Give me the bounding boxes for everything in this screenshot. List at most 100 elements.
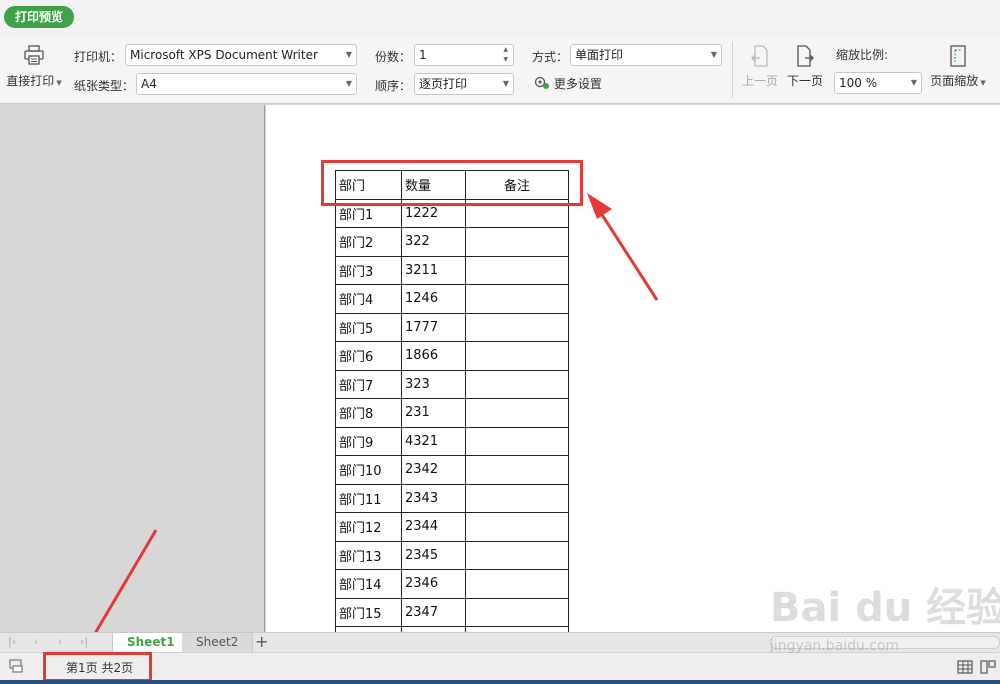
zoom-select[interactable]: 100 % ▼ [834,72,922,94]
cell-note [465,455,569,485]
cell-note [465,597,569,627]
cell-note [465,312,569,342]
watermark-logo: Bai du 经验 [770,585,1000,631]
printer-label: 打印机： [74,50,123,64]
cell-note [465,426,569,456]
chevron-down-icon: ▼ [502,79,509,88]
settings-gear-icon [534,76,549,89]
more-settings-label: 更多设置 [553,77,602,91]
chevron-down-icon: ▼ [978,79,986,87]
cell-quantity: 1866 [401,341,466,371]
next-sheet-icon[interactable]: › [58,635,62,648]
cell-department: 部门13 [335,540,402,570]
watermark-url: jingyan.baidu.com [770,638,900,654]
cell-note [465,569,569,599]
page-info-highlight-box [43,652,152,682]
cell-department: 部门6 [335,341,402,371]
cell-note [465,255,569,285]
data-table: 部门 数量 备注 部门1 1222 部门2 322 部门3 3211 部门4 1246 … [335,170,569,632]
chevron-down-icon[interactable]: ▼ [503,56,508,64]
printer-select[interactable]: Microsoft XPS Document Writer ▼ [125,44,357,66]
cell-quantity: 323 [401,369,466,399]
cell-quantity: 2346 [401,569,466,599]
cell-quantity: 1246 [401,284,466,314]
chevron-down-icon: ▼ [345,50,352,59]
cell-quantity: 2347 [401,597,466,627]
ribbon-divider [732,42,733,98]
paper-type-select[interactable]: A4 ▼ [136,73,357,95]
order-select[interactable]: 逐页打印 ▼ [414,73,514,95]
tab-strip: 打印预览 [0,0,1000,36]
print-preview-ribbon: 直接打印 ▼ 打印机： Microsoft XPS Document Write… [0,36,1000,104]
cell-quantity: 3211 [401,255,466,285]
normal-view-icon[interactable] [957,660,973,674]
cell-note [465,512,569,542]
cell-department: 部门15 [335,597,402,627]
table-row: 部门3 3211 [335,255,569,285]
status-bar: 第1页 共2页 [0,652,1000,682]
cell-department: 部门11 [335,483,402,513]
cell-department: 部门14 [335,569,402,599]
table-row: 部门15 2347 [335,597,569,627]
table-row: 部门2 322 [335,227,569,257]
cell-quantity: 2344 [401,512,466,542]
cell-quantity: 1777 [401,312,466,342]
tab-sheet1[interactable]: Sheet1 [112,633,190,653]
page-break-view-icon[interactable] [980,660,996,674]
order-label: 顺序： [375,79,412,93]
order-value: 逐页打印 [419,77,468,91]
add-sheet-icon[interactable]: + [255,632,268,651]
cell-note [465,341,569,371]
cell-department: 部门8 [335,398,402,428]
prev-page-button[interactable]: 上一页 [740,44,780,89]
cell-note [465,227,569,257]
cell-quantity: 2343 [401,483,466,513]
cell-note [465,540,569,570]
table-row: 部门13 2345 [335,540,569,570]
cell-department: 部门5 [335,312,402,342]
copies-label: 份数： [375,50,412,64]
cell-quantity: 2342 [401,455,466,485]
next-page-button[interactable]: 下一页 [785,44,825,89]
direct-print-label: 直接打印 [6,74,55,88]
table-row: 部门4 1246 [335,284,569,314]
header-highlight-box [321,160,583,206]
table-row: 部门7 323 [335,369,569,399]
page-zoom-button[interactable]: 页面缩放 ▼ [928,44,988,89]
printer-icon [24,45,44,65]
table-row: 部门8 231 [335,398,569,428]
cell-note [465,483,569,513]
print-settings-icon[interactable] [8,658,26,674]
mode-select[interactable]: 单面打印 ▼ [570,44,722,66]
tab-print-preview[interactable]: 打印预览 [4,6,75,28]
cell-department: 部门2 [335,227,402,257]
first-sheet-icon[interactable]: |‹ [8,635,16,648]
page-zoom-label: 页面缩放 [930,74,979,88]
cell-department: 部门3 [335,255,402,285]
mode-value: 单面打印 [575,48,624,62]
chevron-down-icon: ▼ [910,78,917,87]
table-row: 部门11 2343 [335,483,569,513]
cell-note [465,284,569,314]
prev-page-icon [751,45,768,67]
cell-department: 部门4 [335,284,402,314]
copies-value: 1 [419,48,427,62]
prev-sheet-icon[interactable]: ‹ [34,635,38,648]
paper-type-value: A4 [141,77,157,91]
cell-department: 部门12 [335,512,402,542]
table-row: 部门9 4321 [335,426,569,456]
last-sheet-icon[interactable]: ›| [80,635,88,648]
printer-value: Microsoft XPS Document Writer [130,48,318,62]
zoom-value: 100 % [839,76,878,90]
cell-department: 部门9 [335,426,402,456]
page-zoom-icon [950,45,966,67]
zoom-label: 缩放比例: [836,48,889,62]
tab-sheet2[interactable]: Sheet2 [182,633,254,653]
table-row: 部门6 1866 [335,341,569,371]
chevron-up-icon[interactable]: ▲ [503,46,508,54]
chevron-down-icon: ▼ [710,50,717,59]
paper-type-label: 纸张类型： [74,79,135,93]
copies-stepper[interactable]: 1 ▲ ▼ [414,44,514,66]
direct-print-button[interactable]: 直接打印 ▼ [6,44,62,89]
more-settings-button[interactable]: 更多设置 [534,75,602,92]
